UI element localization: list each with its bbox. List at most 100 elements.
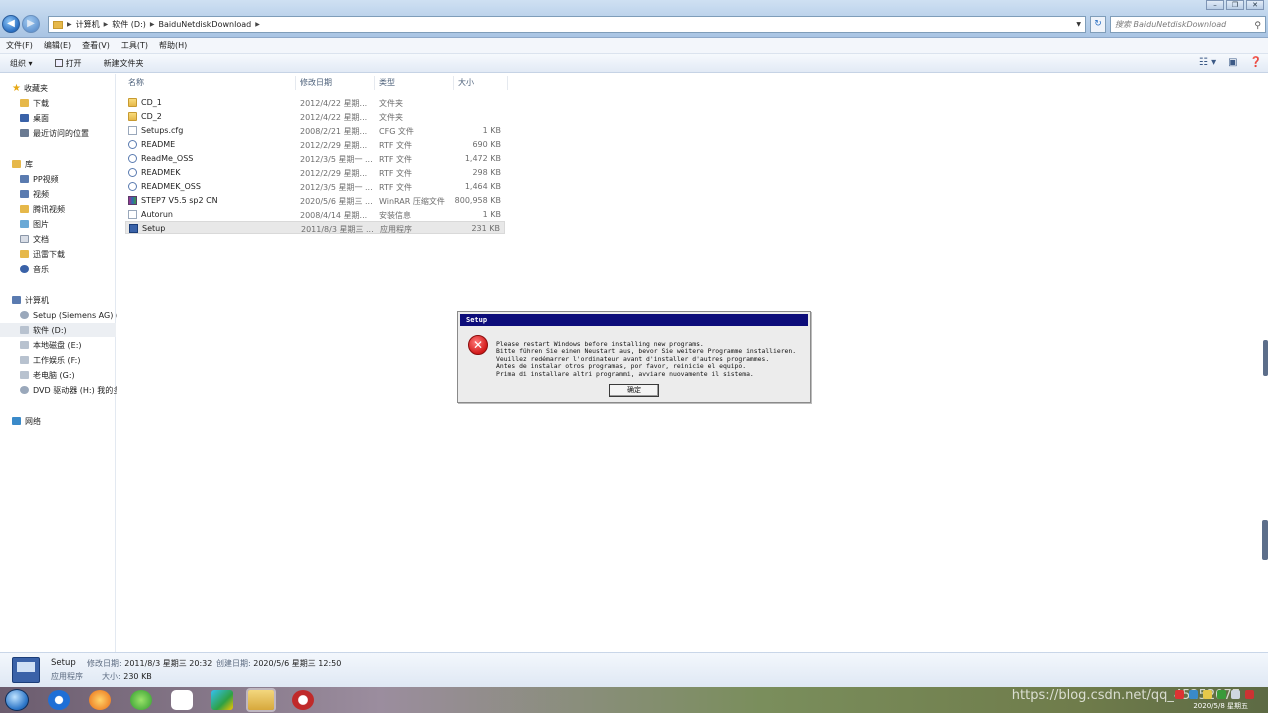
navigation-pane: ★ 收藏夹 下载 桌面 最近访问的位置 库 PP视频 视频 腾讯视频 图片 文档… bbox=[0, 74, 121, 652]
nav-network[interactable]: 网络 bbox=[12, 414, 128, 428]
nav-item-drive-d[interactable]: 软件 (D:) bbox=[0, 323, 116, 337]
baidu-netdisk-icon[interactable] bbox=[171, 690, 193, 710]
file-row[interactable]: CD_2 2012/4/22 星期... 文件夹 bbox=[125, 110, 505, 123]
dialog-title: Setup bbox=[460, 314, 808, 326]
ok-button[interactable]: 确定 bbox=[609, 384, 659, 397]
chevron-right-icon: ▶ bbox=[67, 21, 72, 28]
tray-volume-icon[interactable] bbox=[1231, 690, 1240, 699]
view-controls: ☷ ▾ ▣ ❓ bbox=[1199, 57, 1262, 68]
menu-view[interactable]: 查看(V) bbox=[82, 40, 110, 51]
green-app-icon[interactable] bbox=[130, 690, 152, 710]
setup-app-icon[interactable] bbox=[292, 690, 314, 710]
details-size: 大小: 230 KB bbox=[102, 672, 152, 681]
hard-drive-icon bbox=[20, 356, 29, 364]
address-bar-region: ◀ ▶ ▶ 计算机 ▶ 软件 (D:) ▶ BaiduNetdiskDownlo… bbox=[0, 0, 1268, 38]
firefox-icon[interactable] bbox=[89, 690, 111, 710]
column-header-date[interactable]: 修改日期 bbox=[300, 77, 332, 88]
hard-drive-icon bbox=[20, 341, 29, 349]
chevron-down-icon[interactable]: ▼ bbox=[1076, 21, 1081, 28]
hard-drive-icon bbox=[20, 371, 29, 379]
nav-computer[interactable]: 计算机 bbox=[12, 293, 128, 307]
column-divider[interactable] bbox=[295, 76, 296, 90]
config-file-icon bbox=[128, 126, 137, 135]
computer-icon bbox=[12, 296, 21, 304]
video-library-icon bbox=[20, 190, 29, 198]
scroll-handle[interactable] bbox=[1263, 340, 1268, 376]
column-divider[interactable] bbox=[507, 76, 508, 90]
taskbar: https://blog.csdn.net/qq_45252077 2020/5… bbox=[0, 687, 1268, 713]
organize-button[interactable]: 组织 ▾ bbox=[10, 58, 33, 69]
menu-file[interactable]: 文件(F) bbox=[6, 40, 33, 51]
search-input[interactable]: 搜索 BaiduNetdiskDownload ⚲ bbox=[1110, 16, 1266, 33]
search-placeholder: 搜索 BaiduNetdiskDownload bbox=[1115, 20, 1227, 29]
folder-icon bbox=[20, 205, 29, 213]
tray-network-icon[interactable] bbox=[1189, 690, 1198, 699]
rtf-file-icon bbox=[128, 168, 137, 177]
side-panel-handle[interactable] bbox=[1262, 520, 1268, 560]
breadcrumb-drive-d[interactable]: 软件 (D:) bbox=[112, 19, 146, 30]
details-pane: Setup 应用程序 修改日期: 2011/8/3 星期三 20:32 大小: … bbox=[0, 652, 1268, 687]
tray-red-icon[interactable] bbox=[1175, 690, 1184, 699]
forward-button[interactable]: ▶ bbox=[22, 15, 40, 33]
file-row-selected[interactable]: Setup 2011/8/3 星期三 ... 应用程序 231 KB bbox=[125, 221, 505, 234]
desktop-icon bbox=[20, 114, 29, 122]
file-row[interactable]: READMEK_OSS 2012/3/5 星期一 ... RTF 文件 1,46… bbox=[125, 180, 505, 193]
column-header-name[interactable]: 名称 bbox=[128, 77, 144, 88]
folder-icon bbox=[20, 250, 29, 258]
tray-notification-icon[interactable] bbox=[1245, 690, 1254, 699]
setup-error-dialog: Setup ✕ Please restart Windows before in… bbox=[457, 311, 811, 403]
tray-yellow-icon[interactable] bbox=[1203, 690, 1212, 699]
file-row[interactable]: STEP7 V5.5 sp2 CN 2020/5/6 星期三 ... WinRA… bbox=[125, 194, 505, 207]
browser-icon[interactable] bbox=[48, 690, 70, 710]
video-library-icon bbox=[20, 175, 29, 183]
column-divider[interactable] bbox=[374, 76, 375, 90]
menu-help[interactable]: 帮助(H) bbox=[159, 40, 187, 51]
hard-drive-icon bbox=[20, 326, 29, 334]
close-icon[interactable]: ✕ bbox=[1246, 0, 1264, 10]
tray-green-icon[interactable] bbox=[1217, 690, 1226, 699]
file-explorer-icon[interactable] bbox=[248, 690, 274, 710]
details-created: 创建日期: 2020/5/6 星期三 12:50 bbox=[216, 659, 342, 668]
preview-pane-icon[interactable]: ▣ bbox=[1228, 57, 1237, 68]
refresh-button[interactable]: ↻ bbox=[1090, 16, 1106, 33]
breadcrumb-download-folder[interactable]: BaiduNetdiskDownload bbox=[159, 20, 252, 29]
download-folder-icon bbox=[20, 99, 29, 107]
address-field[interactable]: ▶ 计算机 ▶ 软件 (D:) ▶ BaiduNetdiskDownload ▶… bbox=[48, 16, 1086, 33]
start-button[interactable] bbox=[5, 689, 29, 711]
back-button[interactable]: ◀ bbox=[2, 15, 20, 33]
help-icon[interactable]: ❓ bbox=[1250, 57, 1262, 68]
nav-favorites[interactable]: ★ 收藏夹 bbox=[12, 81, 128, 95]
view-mode-icon[interactable]: ☷ ▾ bbox=[1199, 57, 1216, 68]
file-row[interactable]: README 2012/2/29 星期... RTF 文件 690 KB bbox=[125, 138, 505, 151]
column-header-type[interactable]: 类型 bbox=[379, 77, 395, 88]
open-button[interactable]: 打开 bbox=[54, 58, 82, 69]
open-label: 打开 bbox=[65, 58, 82, 68]
minimize-icon[interactable]: – bbox=[1206, 0, 1224, 10]
music-icon bbox=[20, 265, 29, 273]
file-row[interactable]: CD_1 2012/4/22 星期... 文件夹 bbox=[125, 96, 505, 109]
application-icon bbox=[129, 224, 138, 233]
star-icon: ★ bbox=[12, 82, 21, 94]
nav-libraries[interactable]: 库 bbox=[12, 157, 128, 171]
search-icon[interactable]: ⚲ bbox=[1254, 19, 1261, 34]
column-header-size[interactable]: 大小 bbox=[458, 77, 474, 88]
window-controls: – ❐ ✕ bbox=[1206, 0, 1264, 10]
folder-icon bbox=[53, 20, 63, 29]
menu-tools[interactable]: 工具(T) bbox=[121, 40, 148, 51]
breadcrumb-computer[interactable]: 计算机 bbox=[76, 19, 100, 30]
chevron-right-icon: ▶ bbox=[103, 21, 109, 28]
file-row[interactable]: Setups.cfg 2008/2/21 星期... CFG 文件 1 KB bbox=[125, 124, 505, 137]
menu-edit[interactable]: 编辑(E) bbox=[44, 40, 71, 51]
media-player-icon[interactable] bbox=[211, 690, 233, 710]
new-folder-button[interactable]: 新建文件夹 bbox=[104, 58, 144, 69]
pictures-icon bbox=[20, 220, 29, 228]
clock-date[interactable]: 2020/5/8 星期五 bbox=[1193, 701, 1248, 711]
rtf-file-icon bbox=[128, 140, 137, 149]
file-row[interactable]: READMEK 2012/2/29 星期... RTF 文件 298 KB bbox=[125, 166, 505, 179]
maximize-icon[interactable]: ❐ bbox=[1226, 0, 1244, 10]
file-row[interactable]: Autorun 2008/4/14 星期... 安装信息 1 KB bbox=[125, 208, 505, 221]
system-tray bbox=[1175, 690, 1254, 699]
command-bar: 组织 ▾ 打开 新建文件夹 ☷ ▾ ▣ ❓ bbox=[0, 54, 1268, 73]
column-divider[interactable] bbox=[453, 76, 454, 90]
file-row[interactable]: ReadMe_OSS 2012/3/5 星期一 ... RTF 文件 1,472… bbox=[125, 152, 505, 165]
